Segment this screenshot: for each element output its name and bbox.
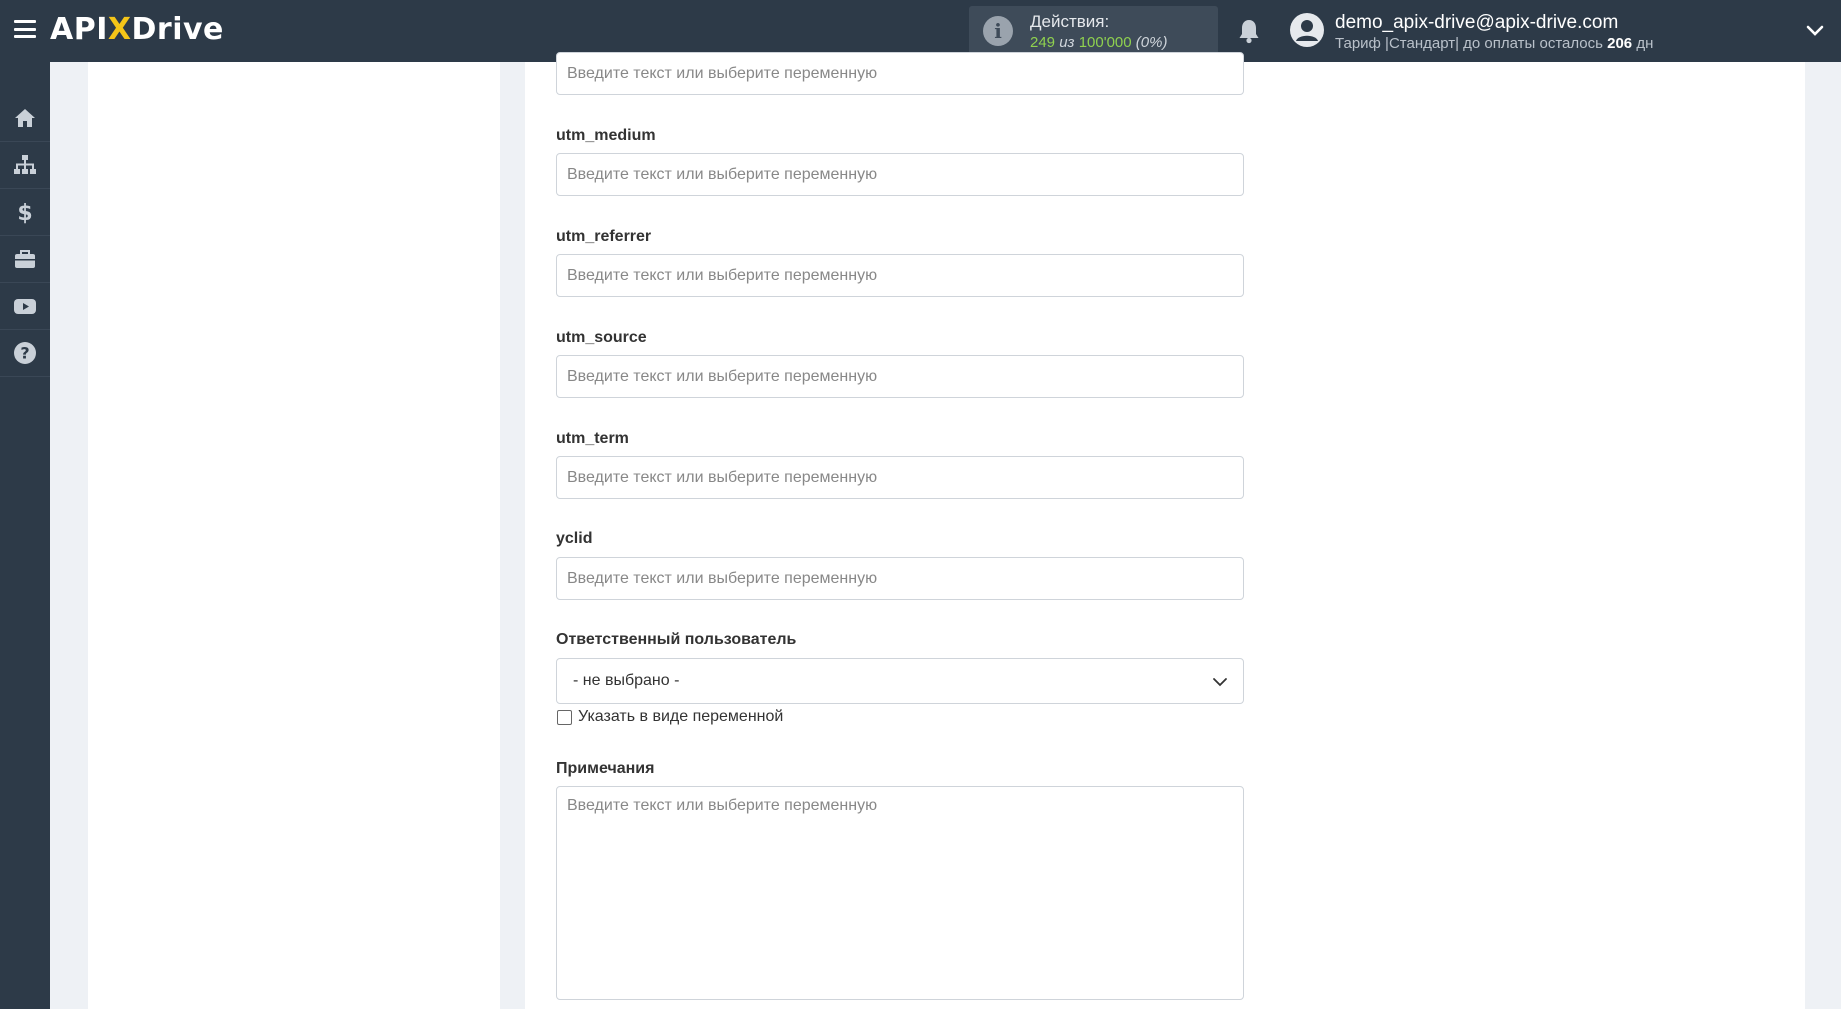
youtube-icon <box>14 299 36 314</box>
utm-term-input[interactable] <box>556 456 1244 499</box>
as-variable-row: Указать в виде переменной <box>557 708 783 726</box>
as-variable-checkbox[interactable] <box>557 709 572 725</box>
apix-drive-logo[interactable]: APIXDrive <box>50 12 224 47</box>
svg-text:?: ? <box>20 344 29 363</box>
briefcase-icon <box>15 250 35 268</box>
home-icon <box>15 109 35 127</box>
utm-term-label: utm_term <box>556 430 629 447</box>
sidebar: $ ? <box>0 62 50 1009</box>
sitemap-icon <box>14 155 36 174</box>
utm-referrer-input[interactable] <box>556 254 1244 297</box>
actions-title: Действия: <box>1030 12 1110 31</box>
user-plan: Тариф |Стандарт| до оплаты осталось 206 … <box>1335 35 1654 52</box>
avatar-icon[interactable] <box>1290 13 1324 47</box>
hamburger-menu-icon[interactable] <box>14 20 36 38</box>
utm-source-input[interactable] <box>556 355 1244 398</box>
utm-medium-label: utm_medium <box>556 127 656 144</box>
info-icon: i <box>983 16 1013 46</box>
left-panel <box>88 62 500 1009</box>
help-icon: ? <box>14 342 36 364</box>
sidebar-item-help[interactable]: ? <box>0 330 50 377</box>
utm-medium-input[interactable] <box>556 153 1244 196</box>
utm-campaign-input[interactable] <box>556 52 1244 95</box>
svg-text:$: $ <box>17 201 32 224</box>
actions-counter[interactable]: i Действия: 249 из 100'000 (0%) <box>969 6 1218 56</box>
responsible-user-value: - не выбрано - <box>573 672 680 689</box>
notes-label: Примечания <box>556 760 655 777</box>
notes-textarea[interactable] <box>556 786 1244 1000</box>
actions-count: 249 из 100'000 (0%) <box>1030 34 1168 51</box>
sidebar-item-home[interactable] <box>0 95 50 142</box>
responsible-user-label: Ответственный пользователь <box>556 631 797 648</box>
responsible-user-select[interactable]: - не выбрано - <box>556 658 1244 704</box>
yclid-label: yclid <box>556 530 593 547</box>
yclid-input[interactable] <box>556 557 1244 600</box>
sidebar-item-video[interactable] <box>0 283 50 330</box>
dollar-icon: $ <box>17 201 32 224</box>
sidebar-item-billing[interactable]: $ <box>0 189 50 236</box>
chevron-down-icon <box>1213 678 1227 687</box>
as-variable-label[interactable]: Указать в виде переменной <box>578 708 783 726</box>
chevron-down-icon[interactable] <box>1806 22 1824 40</box>
sidebar-item-services[interactable] <box>0 236 50 283</box>
sidebar-item-connections[interactable] <box>0 142 50 189</box>
utm-source-label: utm_source <box>556 329 647 346</box>
utm-referrer-label: utm_referrer <box>556 228 652 245</box>
bell-icon[interactable] <box>1237 18 1261 44</box>
user-email[interactable]: demo_apix-drive@apix-drive.com <box>1335 12 1618 34</box>
